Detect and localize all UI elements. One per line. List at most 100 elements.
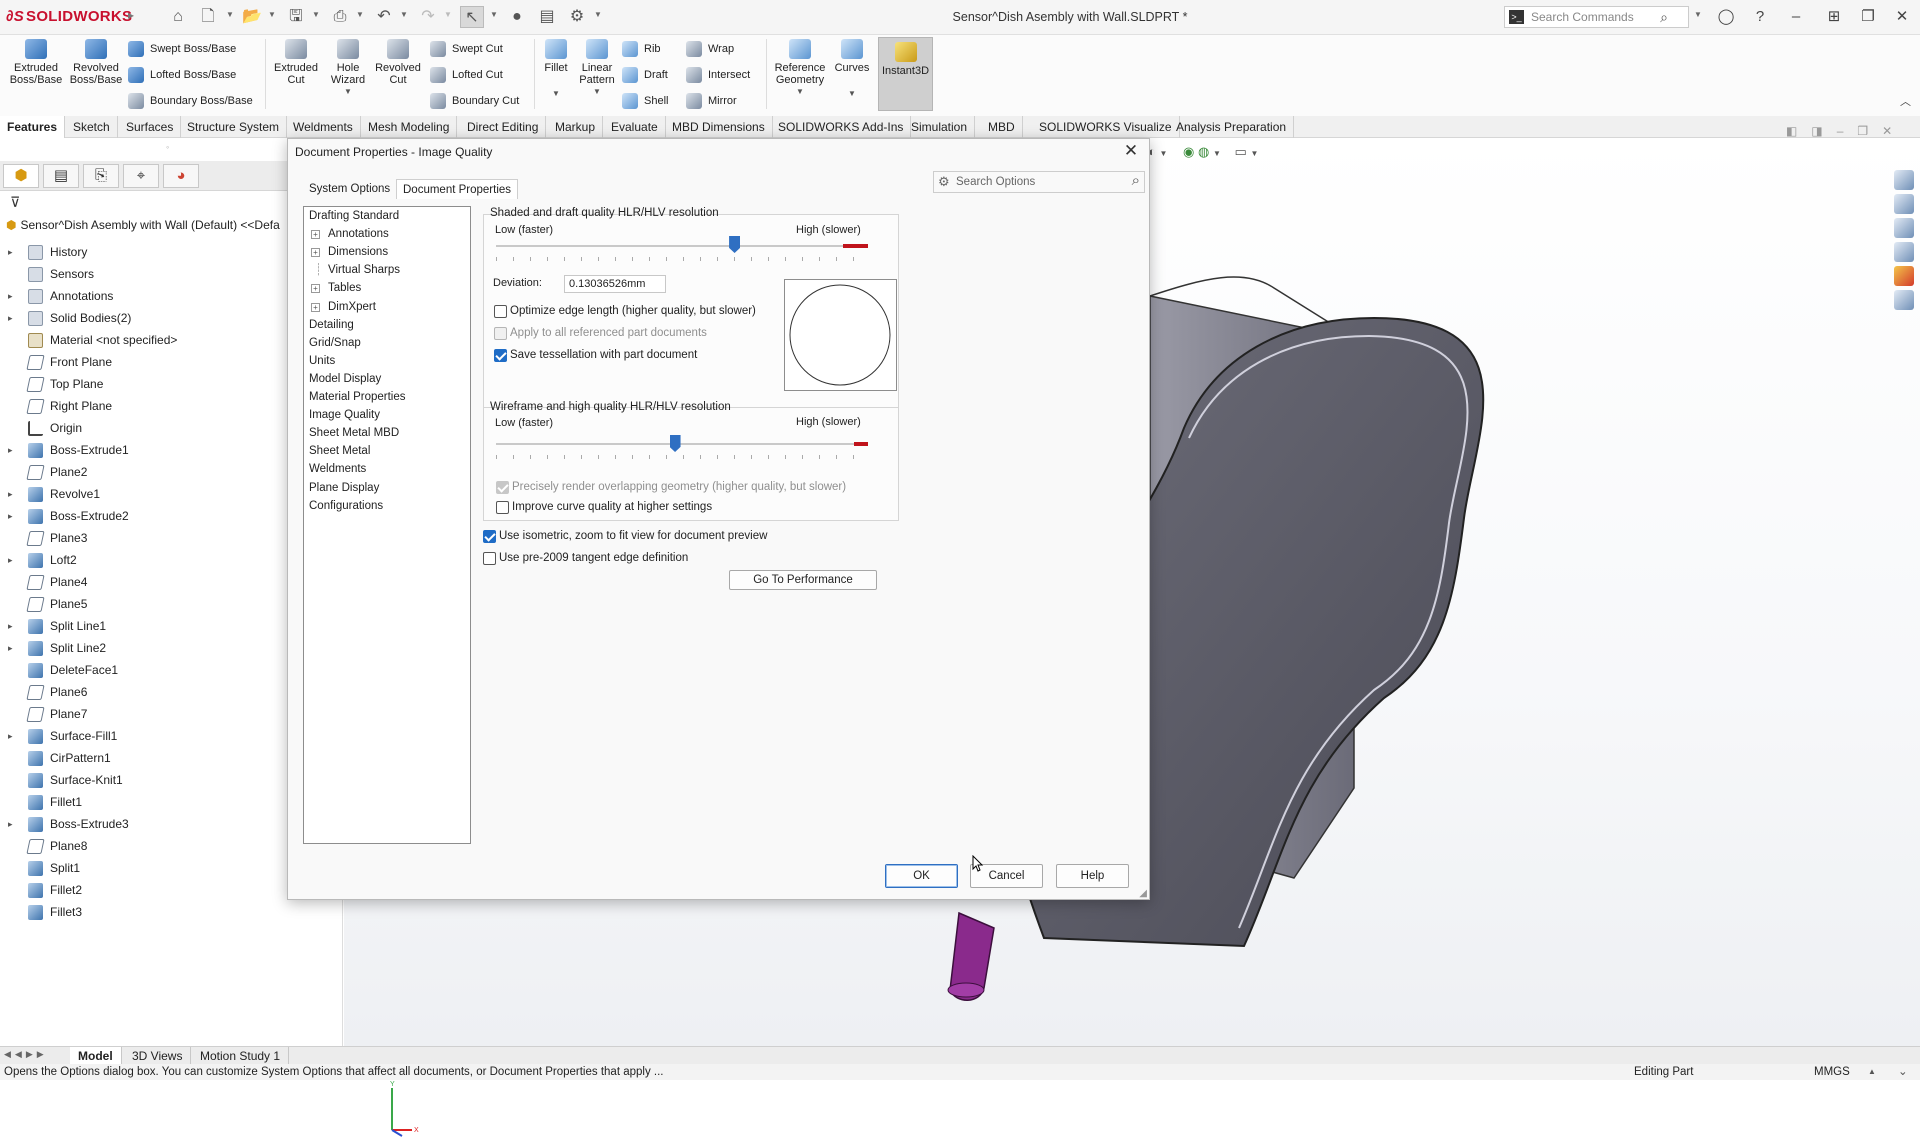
configuration-manager-tab-icon[interactable]: ⎘ [83,164,119,188]
print-dropdown-icon[interactable]: ▼ [356,10,364,19]
pre2009-tangent-checkbox[interactable] [483,552,496,565]
view-orientation-dropdown-icon[interactable]: ▼ [1159,149,1167,158]
tab-sketch[interactable]: Sketch [66,116,118,138]
swept-boss-button[interactable]: Swept Boss/Base [128,39,236,59]
tab-mbd[interactable]: MBD [981,116,1023,138]
help-icon[interactable]: ? [1746,6,1774,28]
home-icon[interactable]: ⌂ [166,6,190,28]
expand-arrow-icon[interactable]: ▸ [128,8,134,22]
nav-item[interactable]: + DimXpert [311,300,376,315]
deviation-field[interactable]: 0.13036526mm [564,275,666,293]
intersect-button[interactable]: Intersect [686,65,750,85]
units-dropdown-icon[interactable]: ▲ [1868,1064,1876,1080]
nav-item[interactable]: Material Properties [309,390,406,405]
display-settings-dropdown-icon[interactable]: ▼ [1250,149,1258,158]
nav-item[interactable]: Weldments [309,462,366,477]
expand-arrow-icon[interactable]: ▸ [8,505,18,527]
minimize-icon[interactable]: – [1782,6,1810,28]
nav-item[interactable]: Image Quality [309,408,380,423]
tab-model[interactable]: Model [70,1047,122,1065]
nav-item[interactable]: + Dimensions [311,245,388,260]
draft-button[interactable]: Draft [622,65,668,85]
nav-item[interactable]: Model Display [309,372,381,387]
lofted-cut-button[interactable]: Lofted Cut [430,65,503,85]
tab-features[interactable]: Features [0,116,66,138]
feature-manager-tab-icon[interactable]: ⬢ [3,164,39,188]
resize-grip-icon[interactable]: ◢ [1139,888,1147,899]
appearances-icon[interactable] [1894,266,1914,286]
expand-plus-icon[interactable]: + [311,248,320,258]
viewport-restore-icon[interactable]: ❐ [1857,124,1882,138]
traffic-light-icon[interactable]: ● [505,6,529,28]
instant3d-toggle[interactable]: Instant3D [878,37,933,111]
tab-surfaces[interactable]: Surfaces [119,116,182,138]
print-icon[interactable]: ⎙ [328,6,352,28]
new-document-icon[interactable]: 🗋 [196,6,220,28]
close-app-icon[interactable]: ✕ [1888,6,1916,28]
redo-dropdown-icon[interactable]: ▼ [444,10,452,19]
nav-item[interactable]: Detailing [309,318,354,333]
select-arrow-icon[interactable]: ↖ [460,6,484,28]
nav-item[interactable]: Sheet Metal MBD [309,426,399,441]
new-dropdown-icon[interactable]: ▼ [226,10,234,19]
tab-simulation[interactable]: Simulation [904,116,976,138]
scene-dropdown-icon[interactable]: ▼ [1213,149,1221,158]
curves-dropdown-icon[interactable]: ▼ [830,88,874,100]
tab-structure-system[interactable]: Structure System [180,116,288,138]
tree-root-part[interactable]: ⬢ Sensor^Dish Asembly with Wall (Default)… [6,218,280,232]
swept-cut-button[interactable]: Swept Cut [430,39,503,59]
extruded-boss-button[interactable]: Extruded Boss/Base [6,39,66,86]
file-properties-icon[interactable]: ▤ [535,6,559,28]
expand-arrow-icon[interactable]: ▸ [8,439,18,461]
shell-button[interactable]: Shell [622,91,668,111]
expand-arrow-icon[interactable]: ▸ [8,285,18,307]
select-dropdown-icon[interactable]: ▼ [490,10,498,19]
expand-arrow-icon[interactable]: ▸ [8,241,18,263]
status-units[interactable]: MMGS [1814,1064,1850,1080]
viewport-tile-right-icon[interactable]: ◨ [1811,124,1836,138]
nav-item[interactable]: Sheet Metal [309,444,370,459]
status-more-icon[interactable]: ⌄ [1898,1064,1908,1080]
tab-direct-editing[interactable]: Direct Editing [460,116,547,138]
user-account-icon[interactable]: ◯ [1712,6,1740,28]
expand-arrow-icon[interactable]: ▸ [8,307,18,329]
search-icon[interactable]: ⌕ [1132,171,1140,191]
nav-item[interactable]: Plane Display [309,481,379,496]
display-settings-icon[interactable]: ▭ [1235,144,1247,159]
tab-system-options[interactable]: System Options [303,179,396,199]
redo-icon[interactable]: ↷ [416,6,440,28]
viewport-window-controls[interactable]: ◧◨–❐✕ [1786,124,1906,138]
nav-item[interactable]: + Annotations [311,227,389,242]
collapse-ribbon-icon[interactable]: ︿ [1900,93,1911,109]
tab-weldments[interactable]: Weldments [286,116,361,138]
design-library-icon[interactable] [1894,194,1914,214]
solidworks-logo[interactable]: ∂S SOLIDWORKS [6,8,132,25]
expand-arrow-icon[interactable]: ▸ [8,637,18,659]
tab-mbd-dimensions[interactable]: MBD Dimensions [665,116,773,138]
expand-plus-icon[interactable]: + [311,230,320,240]
search-options-input[interactable]: ⚙ Search Options ⌕ [933,171,1145,193]
tab-document-properties[interactable]: Document Properties [396,179,519,199]
search-dropdown-icon[interactable]: ▼ [1694,10,1702,19]
mirror-button[interactable]: Mirror [686,91,737,111]
use-isometric-checkbox[interactable] [483,530,496,543]
file-explorer-icon[interactable] [1894,218,1914,238]
expand-plus-icon[interactable]: + [311,284,320,294]
save-icon[interactable]: 🖫 [284,6,308,28]
reference-geometry-dropdown-icon[interactable]: ▼ [770,86,830,98]
reference-geometry-button[interactable]: Reference Geometry ▼ [770,39,830,98]
tab-evaluate[interactable]: Evaluate [604,116,666,138]
tile-windows-icon[interactable]: ⊞ [1820,6,1848,28]
help-button[interactable]: Help [1056,864,1129,888]
lofted-boss-button[interactable]: Lofted Boss/Base [128,65,236,85]
curves-button[interactable]: Curves ▼ [830,39,874,100]
tab-analysis-preparation[interactable]: Analysis Preparation [1169,116,1295,138]
property-manager-tab-icon[interactable]: ▤ [43,164,79,188]
dialog-close-icon[interactable]: ✕ [1121,141,1141,161]
scene-icon[interactable]: ◍ [1198,144,1209,159]
undo-icon[interactable]: ↶ [372,6,396,28]
expand-plus-icon[interactable]: + [311,302,320,312]
hole-wizard-dropdown-icon[interactable]: ▼ [322,86,374,98]
fillet-button[interactable]: Fillet ▼ [538,39,574,100]
nav-item[interactable]: + Tables [311,281,361,296]
